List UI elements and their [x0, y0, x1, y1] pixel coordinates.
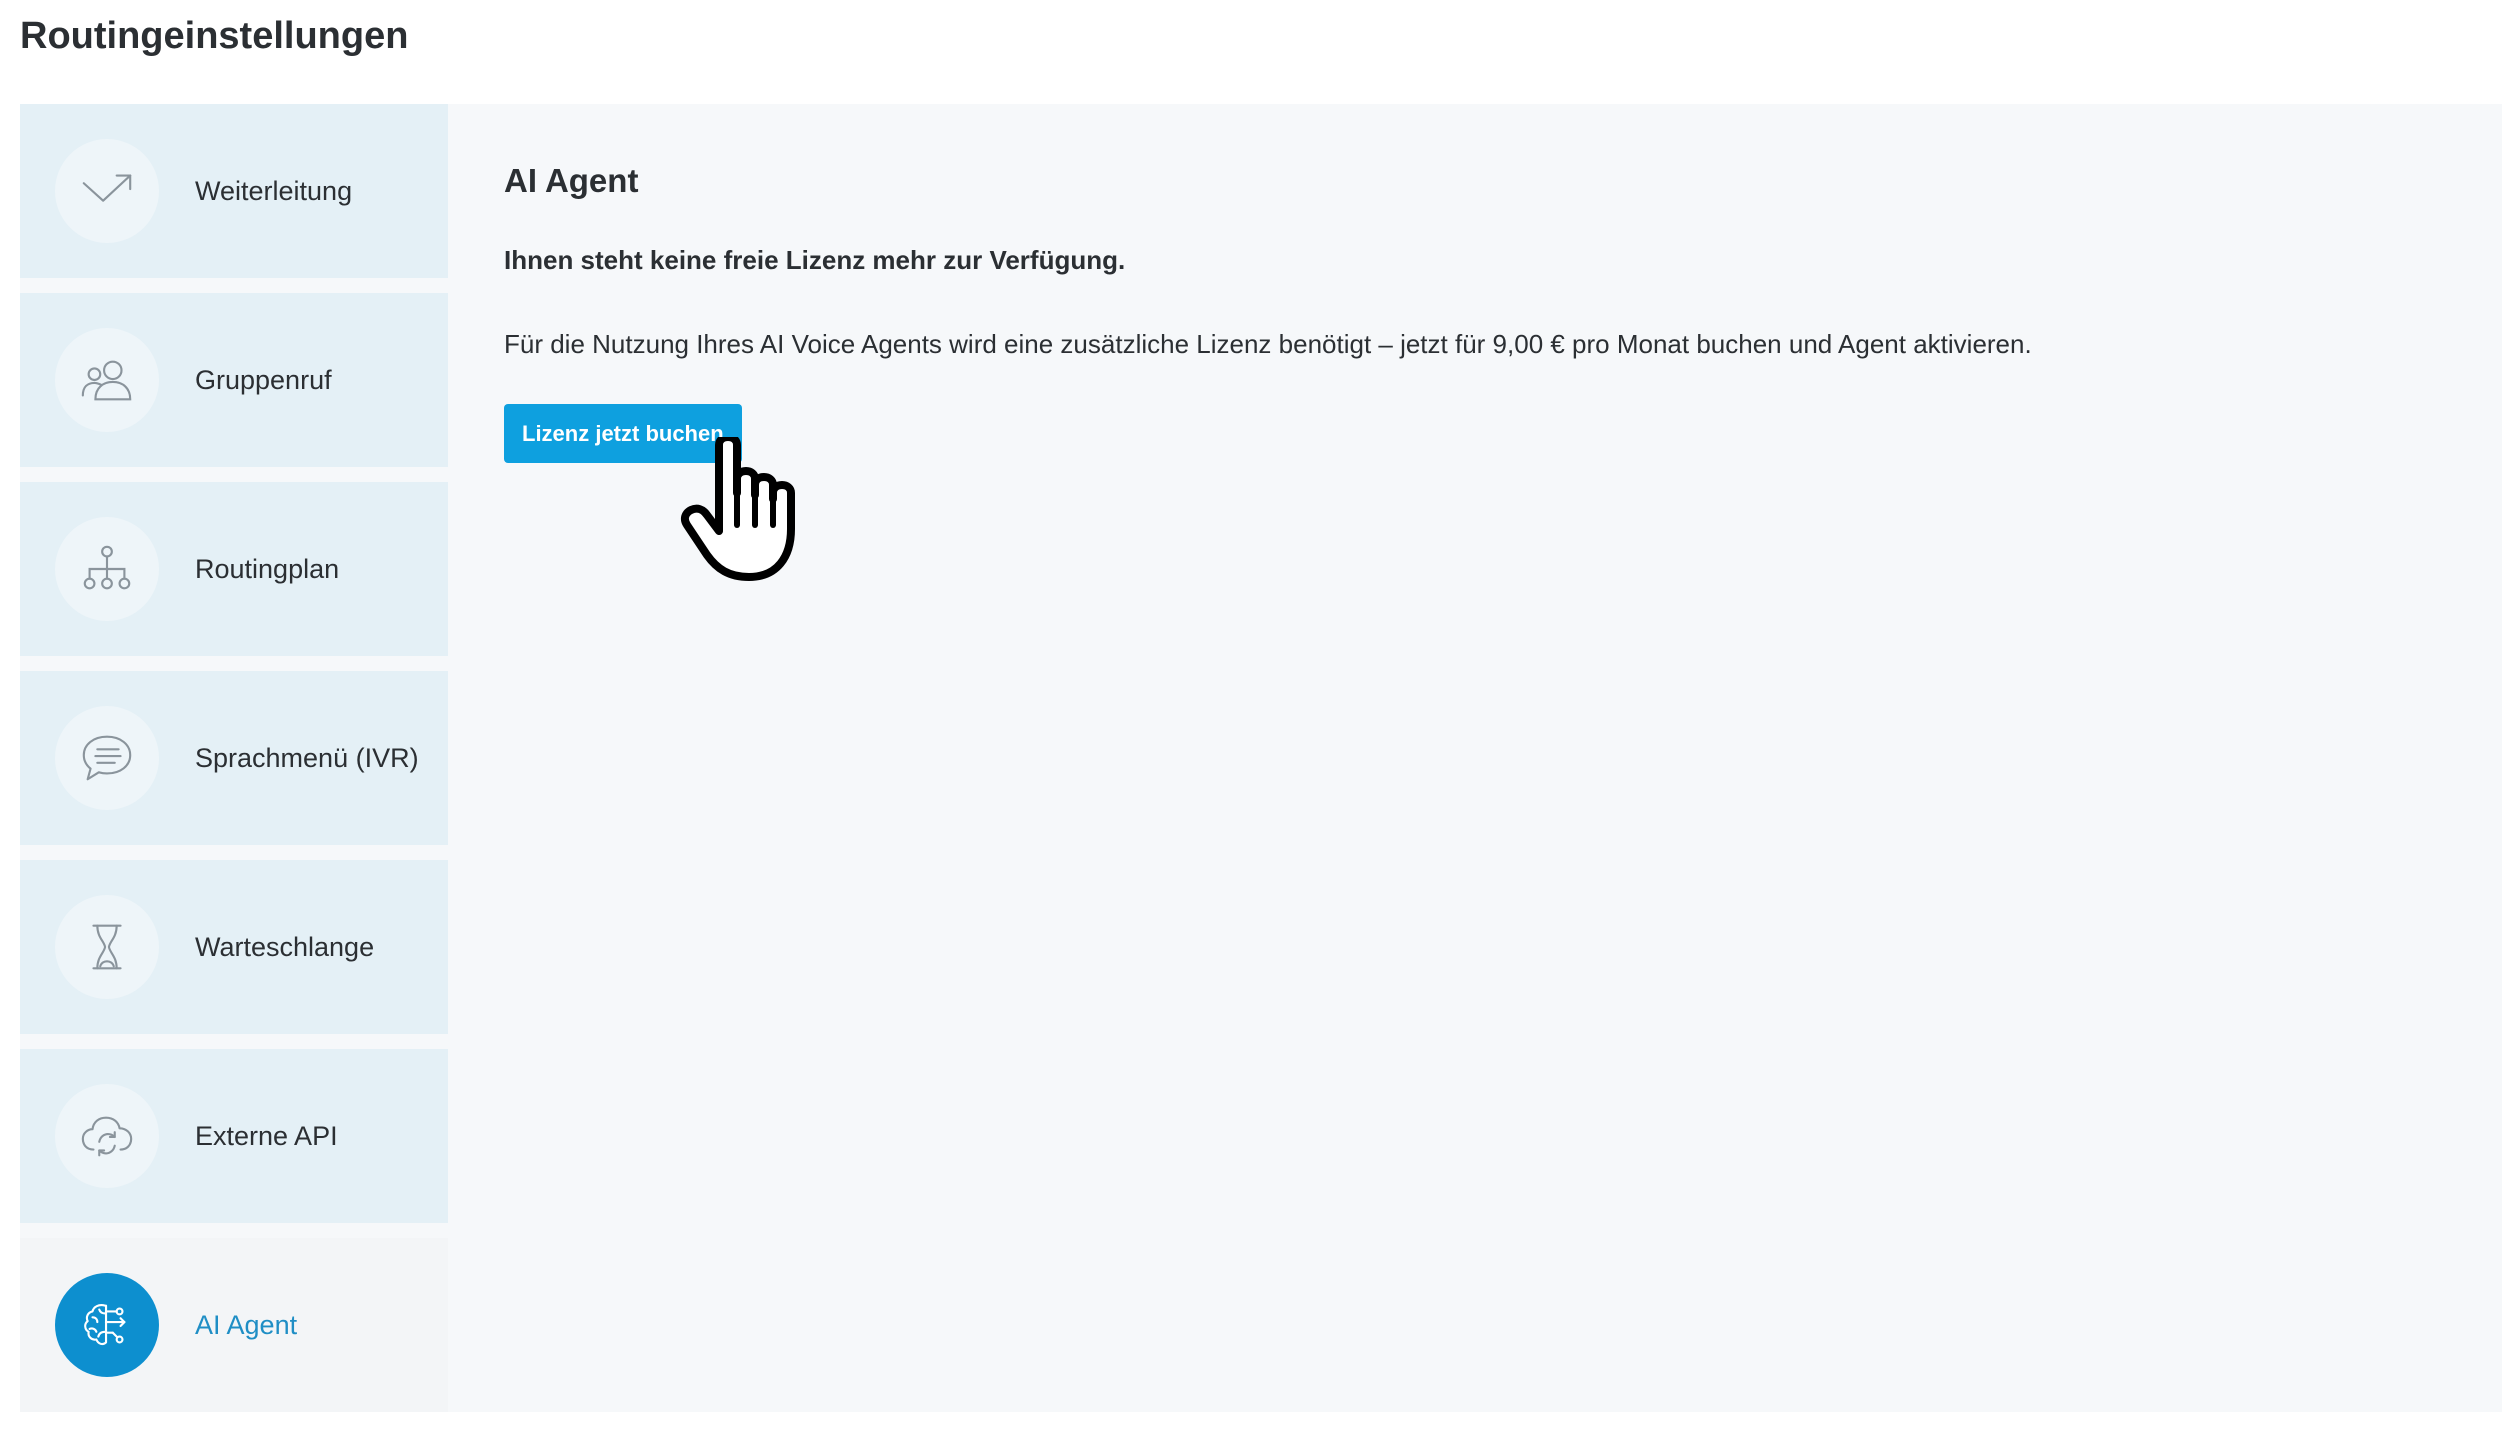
page-title: Routingeinstellungen: [20, 15, 409, 57]
forward-arrow-icon: [82, 174, 132, 202]
nav-icon-circle: [55, 517, 159, 621]
cloud-sync-icon: [81, 1116, 133, 1157]
sidebar-item-label: Externe API: [195, 1121, 338, 1151]
sidebar-item-label: Sprachmenü (IVR): [195, 743, 419, 773]
routing-panel: Weiterleitung Gruppenruf Routingplan Spr…: [20, 104, 2502, 1412]
sidebar-item-externe-api[interactable]: Externe API: [20, 1049, 448, 1223]
sidebar-item-routingplan[interactable]: Routingplan: [20, 482, 448, 656]
hand-pointer-cursor-icon: [680, 437, 795, 581]
speech-bubble-icon: [82, 735, 132, 781]
sidebar-item-label: Warteschlange: [195, 932, 375, 962]
sidebar-item-weiterleitung[interactable]: Weiterleitung: [20, 104, 448, 278]
content-title: AI Agent: [504, 162, 639, 199]
sidebar-item-ai-agent[interactable]: AI Agent: [20, 1238, 448, 1412]
sidebar-item-sprachmenue[interactable]: Sprachmenü (IVR): [20, 671, 448, 845]
sidebar-item-label: AI Agent: [195, 1310, 298, 1340]
nav-icon-circle: [55, 328, 159, 432]
ai-brain-icon: [84, 1304, 126, 1346]
sidebar-item-label: Weiterleitung: [195, 176, 353, 206]
nav-icon-circle: [55, 895, 159, 999]
nav-icon-circle: [55, 706, 159, 810]
hourglass-icon: [92, 924, 122, 970]
nav-icon-circle: [55, 1084, 159, 1188]
ai-agent-content: AI Agent Ihnen steht keine freie Lizenz …: [504, 104, 2502, 1412]
license-description: Für die Nutzung Ihres AI Voice Agents wi…: [504, 329, 2032, 359]
license-notice: Ihnen steht keine freie Lizenz mehr zur …: [504, 245, 1126, 275]
sidebar-item-label: Gruppenruf: [195, 365, 332, 395]
sidebar-item-label: Routingplan: [195, 554, 340, 584]
sidebar-item-gruppenruf[interactable]: Gruppenruf: [20, 293, 448, 467]
nav-icon-circle: [55, 1273, 159, 1377]
group-icon: [81, 360, 132, 401]
hierarchy-icon: [83, 545, 131, 590]
nav-icon-circle: [55, 139, 159, 243]
sidebar-item-warteschlange[interactable]: Warteschlange: [20, 860, 448, 1034]
